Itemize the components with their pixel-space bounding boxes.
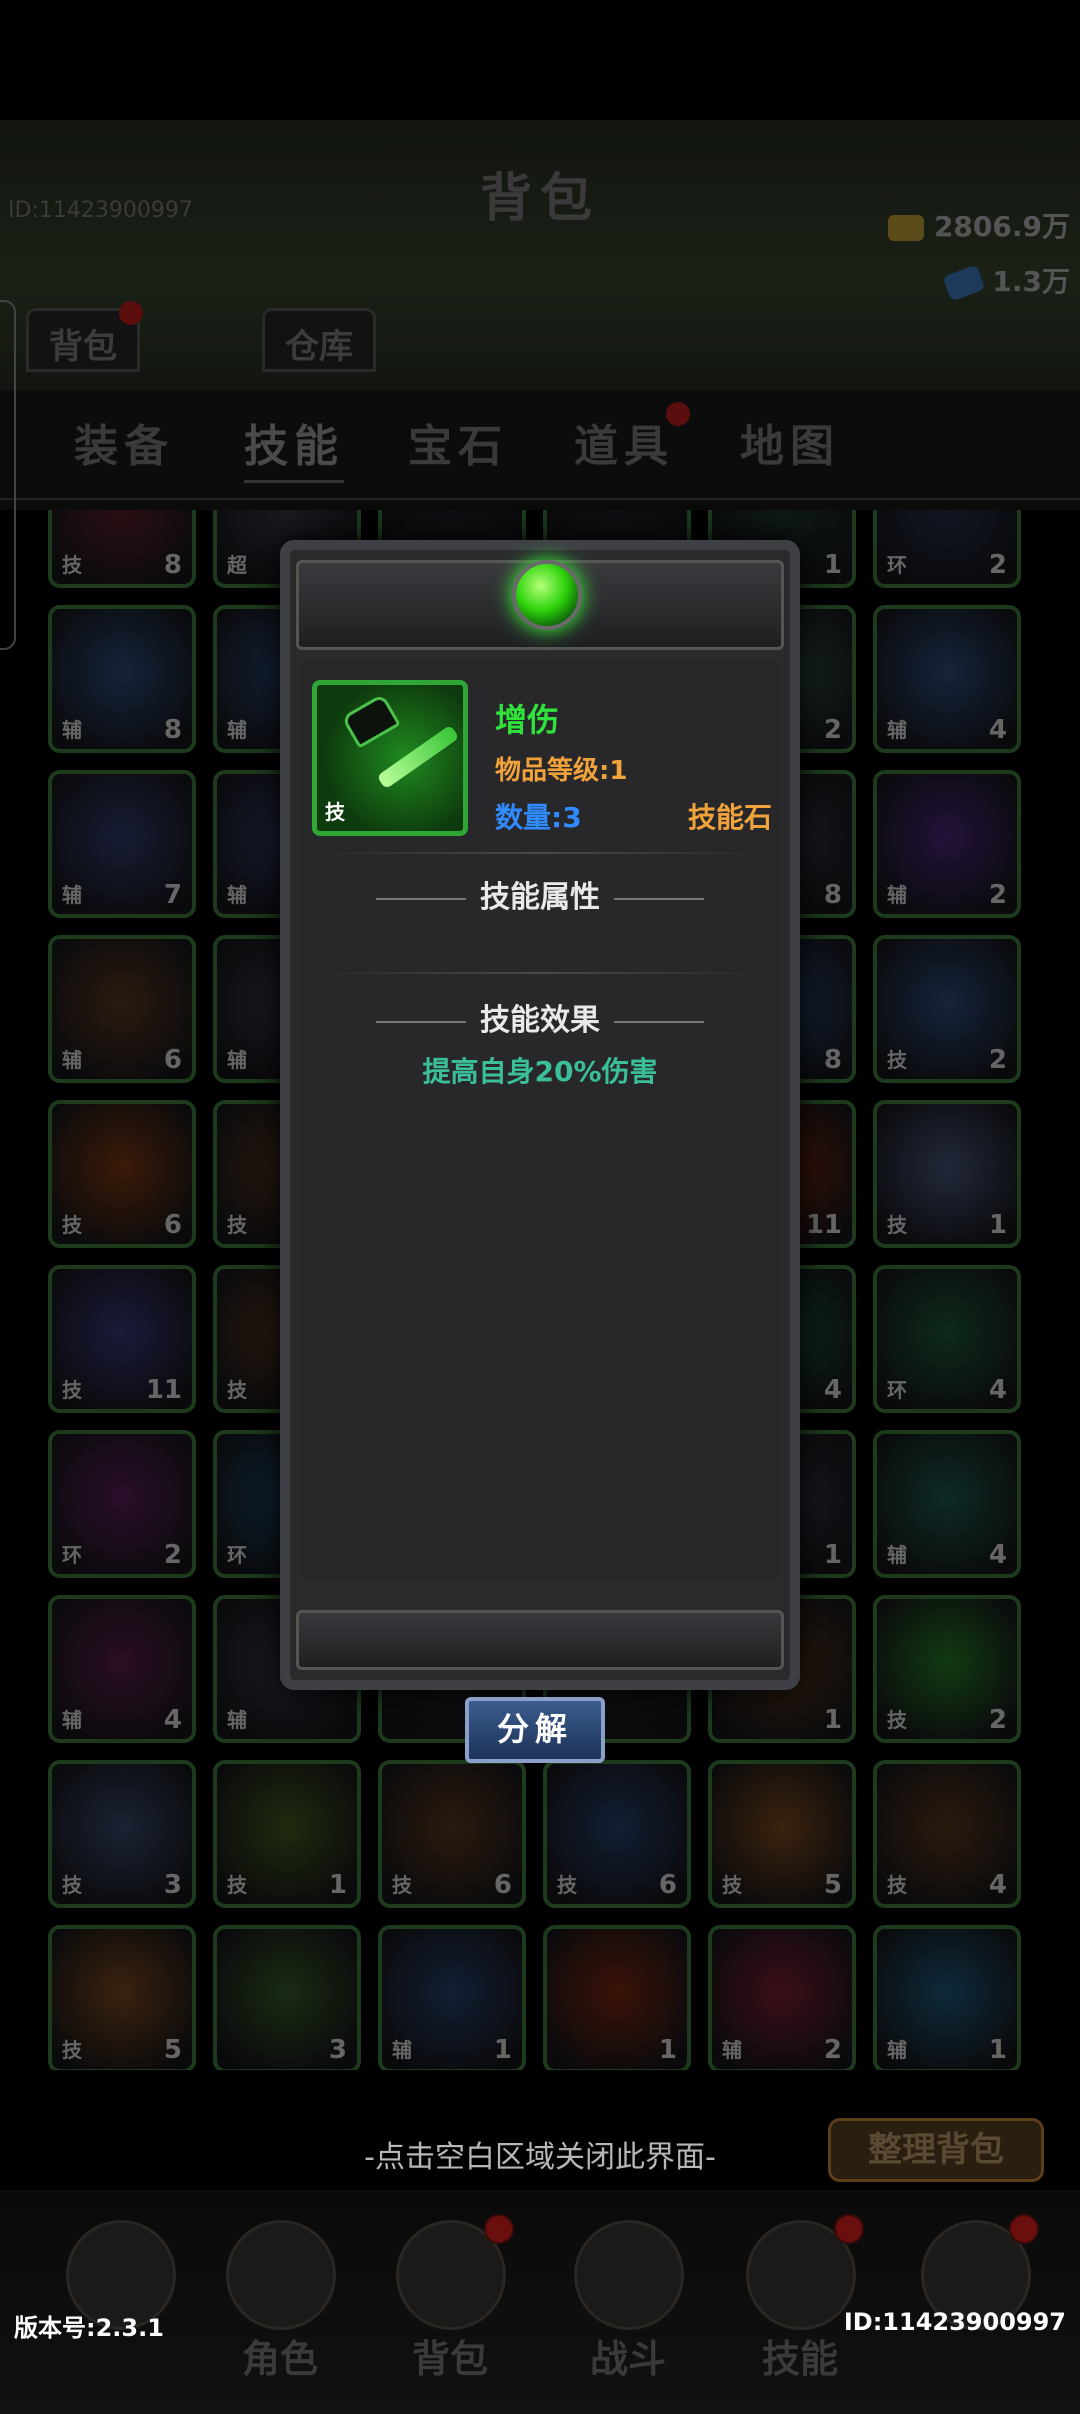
nav-battle-label: 战斗 [589,2337,666,2381]
item-level: 物品等级:1 [495,756,628,786]
potion-bottle-icon [341,693,401,749]
vortex-icon [574,2220,684,2330]
item-icon-tag: 技 [325,800,345,824]
nav-skills-label: 技能 [761,2337,838,2381]
effect-title: 技能效果 [290,995,790,1039]
item-name: 增伤 [495,701,560,739]
notification-dot [834,2214,864,2244]
nav-skills[interactable]: 技能 [720,2210,880,2390]
dialog-bottom-frame [296,1610,784,1670]
effect-description: 提高自身20%伤害 [422,1055,658,1088]
nav-pet[interactable] [895,2210,1055,2390]
green-orb-icon [512,560,582,630]
attributes-title: 技能属性 [290,872,790,916]
nav-character-label: 角色 [241,2337,318,2381]
item-quantity: 数量:3 [495,801,582,834]
notification-dot [484,2214,514,2244]
hooded-hero-icon [226,2220,336,2330]
nav-battle[interactable]: 战斗 [548,2210,708,2390]
notification-dot [1009,2214,1039,2244]
version-label: 版本号:2.3.1 [14,2314,164,2342]
nav-bag-label: 背包 [411,2337,488,2381]
nav-home[interactable] [40,2210,200,2390]
dagger-potion-icon: 技 [312,680,468,836]
divider [320,852,760,854]
player-id-footer: ID:11423900997 [843,2308,1066,2336]
dagger-blade-icon [376,724,460,790]
item-type: 技能石 [687,801,772,834]
nav-character[interactable]: 角色 [200,2210,360,2390]
item-detail-dialog: 技 增伤 物品等级:1 数量:3 技能石 技能属性 技能效果 提高自身20%伤害 [280,540,800,1690]
divider [320,972,760,974]
nav-bag[interactable]: 背包 [370,2210,530,2390]
decompose-button[interactable]: 分解 [465,1697,605,1763]
bottom-nav: 角色 背包 战斗 技能 [0,2190,1080,2414]
sort-bag-button[interactable]: 整理背包 [828,2118,1044,2182]
